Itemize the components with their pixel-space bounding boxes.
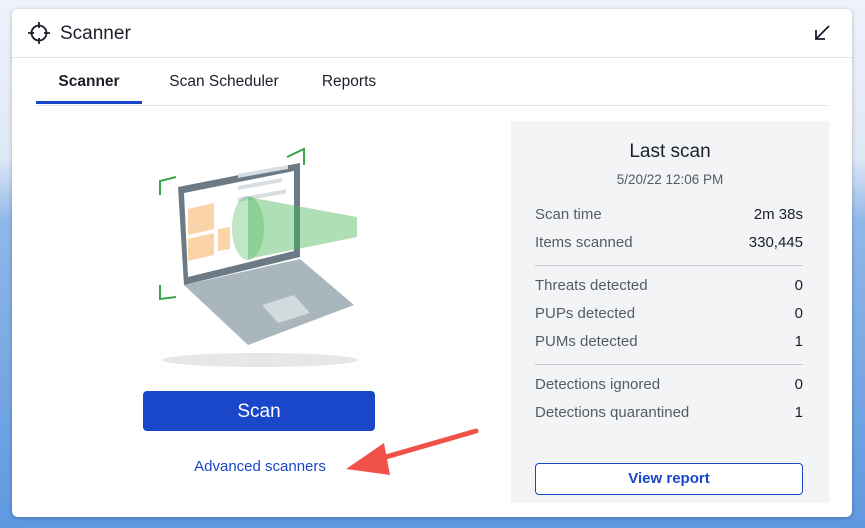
tab-scan-scheduler[interactable]: Scan Scheduler xyxy=(154,57,294,104)
divider xyxy=(535,364,803,365)
last-scan-panel: Last scan 5/20/22 12:06 PM Scan time 2m … xyxy=(511,121,829,503)
view-report-button[interactable]: View report xyxy=(535,463,803,495)
crosshair-icon xyxy=(28,22,50,44)
stat-row: Items scanned 330,445 xyxy=(535,234,803,254)
stat-value: 0 xyxy=(794,376,803,393)
laptop-scan-illustration xyxy=(159,147,358,367)
stat-label: PUPs detected xyxy=(535,305,636,322)
stat-label: Detections ignored xyxy=(535,376,661,393)
tab-scanner[interactable]: Scanner xyxy=(36,57,142,104)
scanner-window: Scanner Scanner Scan Scheduler Reports S… xyxy=(12,9,852,517)
divider xyxy=(535,265,803,266)
stat-value: 2m 38s xyxy=(753,206,803,223)
tab-reports[interactable]: Reports xyxy=(304,57,394,104)
advanced-scanners-link[interactable]: Advanced scanners xyxy=(162,458,358,475)
stat-label: Detections quarantined xyxy=(535,404,690,421)
last-scan-date: 5/20/22 12:06 PM xyxy=(616,172,724,187)
stat-value: 330,445 xyxy=(748,234,803,251)
scan-button[interactable]: Scan xyxy=(143,391,375,431)
stat-row: PUMs detected 1 xyxy=(535,333,803,353)
stat-label: Scan time xyxy=(535,206,602,223)
stat-label: PUMs detected xyxy=(535,333,638,350)
stat-row: PUPs detected 0 xyxy=(535,305,803,325)
stat-row: Scan time 2m 38s xyxy=(535,206,803,226)
last-scan-title: Last scan xyxy=(629,141,711,162)
stat-value: 0 xyxy=(794,277,803,294)
red-arrow-pointer xyxy=(346,428,479,475)
title-bar: Scanner xyxy=(12,9,852,58)
stat-row: Detections ignored 0 xyxy=(535,376,803,396)
stat-label: Items scanned xyxy=(535,234,633,251)
stat-row: Detections quarantined 1 xyxy=(535,404,803,424)
tab-bar: Scanner Scan Scheduler Reports xyxy=(36,57,828,106)
stat-row: Threats detected 0 xyxy=(535,277,803,297)
stat-label: Threats detected xyxy=(535,277,648,294)
collapse-arrow-icon[interactable] xyxy=(812,23,832,43)
stat-value: 0 xyxy=(794,305,803,322)
stat-value: 1 xyxy=(794,404,803,421)
stat-value: 1 xyxy=(794,333,803,350)
window-title: Scanner xyxy=(60,23,131,44)
